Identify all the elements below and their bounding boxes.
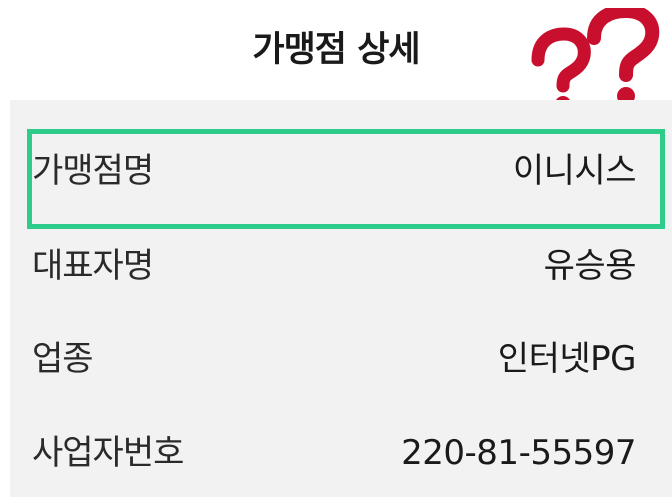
large-question-mark-icon: [587, 3, 660, 105]
highlight-box: [27, 129, 665, 229]
business-type-value: 인터넷PG: [497, 339, 637, 379]
business-number-label: 사업자번호: [32, 433, 184, 473]
business-type-label: 업종: [32, 339, 94, 379]
detail-row-representative: 대표자명 유승용: [10, 231, 672, 301]
detail-row-business-type: 업종 인터넷PG: [10, 324, 672, 394]
representative-label: 대표자명: [32, 246, 154, 286]
detail-row-business-number: 사업자번호 220-81-55597: [10, 418, 672, 488]
business-number-value: 220-81-55597: [401, 433, 636, 473]
representative-value: 유승용: [543, 246, 637, 286]
